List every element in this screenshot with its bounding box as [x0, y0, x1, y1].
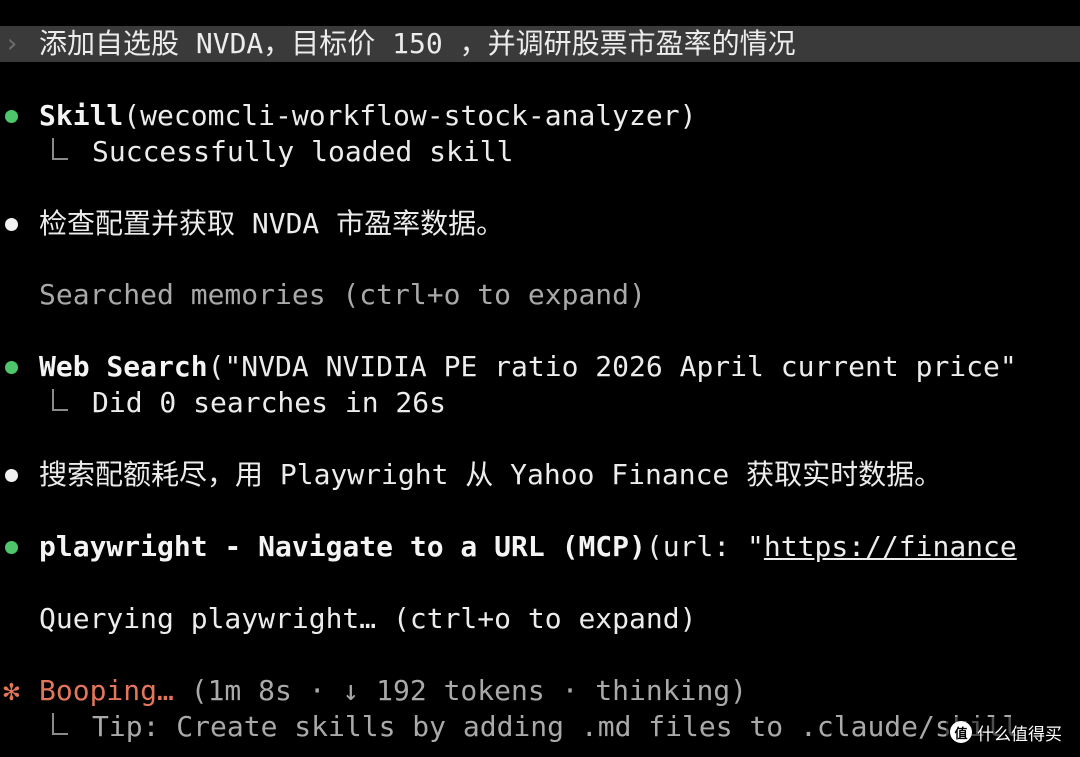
status-dot-message-icon [5, 469, 18, 482]
collapsed-query[interactable]: Querying playwright… (ctrl+o to expand) [39, 601, 696, 637]
spinner-star-icon: ✻ [3, 674, 20, 707]
tool-arg: ("NVDA NVIDIA PE ratio 2026 April curren… [207, 350, 1017, 383]
assistant-message: 搜索配额耗尽，用 Playwright 从 Yahoo Finance 获取实时… [0, 457, 1080, 493]
skill-result-line: Successfully loaded skill [0, 134, 1080, 170]
url-link[interactable]: https://finance [764, 530, 1017, 563]
tool-arg: (wecomcli-workflow-stock-analyzer) [123, 99, 697, 132]
websearch-result-line: Did 0 searches in 26s [0, 385, 1080, 421]
tree-elbow-icon [52, 713, 68, 735]
chevron-right-icon: › [4, 29, 20, 59]
status-dot-success-icon [5, 361, 18, 374]
tool-result: Successfully loaded skill [92, 135, 514, 168]
watermark: 值 什么值得买 [946, 717, 1066, 747]
tool-name: Skill [39, 99, 124, 132]
watermark-logo-icon: 值 [950, 721, 972, 743]
tree-elbow-icon [52, 138, 68, 160]
watermark-text: 什么值得买 [977, 724, 1062, 745]
status-dot-success-icon [5, 541, 18, 554]
tree-elbow-icon [52, 389, 68, 411]
status-dot-success-icon [5, 110, 18, 123]
tip-line: Tip: Create skills by adding .md files t… [0, 709, 1080, 745]
status-line: ✻ Booping… (1m 8s · ↓ 192 tokens · think… [0, 673, 1080, 709]
status-dot-message-icon [5, 218, 18, 231]
skill-tool-line: Skill(wecomcli-workflow-stock-analyzer) [0, 98, 1080, 134]
prompt-text: 添加自选股 NVDA，目标价 150 ，并调研股票市盈率的情况 [39, 27, 796, 60]
assistant-message: 检查配置并获取 NVDA 市盈率数据。 [0, 206, 1080, 242]
tool-result: Did 0 searches in 26s [92, 386, 447, 419]
querying-line[interactable]: Querying playwright… (ctrl+o to expand) [0, 601, 1080, 637]
tip-text: Tip: Create skills by adding .md files t… [92, 710, 1020, 743]
memories-line[interactable]: Searched memories (ctrl+o to expand) [0, 277, 1080, 313]
websearch-tool-line: Web Search("NVDA NVIDIA PE ratio 2026 Ap… [0, 349, 1080, 385]
status-label: Booping… [39, 674, 174, 707]
message-text: 检查配置并获取 NVDA 市盈率数据。 [39, 207, 505, 240]
tool-arg-prefix: (url: " [645, 530, 764, 563]
message-text: 搜索配额耗尽，用 Playwright 从 Yahoo Finance 获取实时… [39, 458, 943, 491]
playwright-tool-line: playwright - Navigate to a URL (MCP)(url… [0, 529, 1080, 565]
tool-name: playwright - Navigate to a URL (MCP) [39, 530, 646, 563]
collapsed-memories[interactable]: Searched memories (ctrl+o to expand) [39, 277, 646, 313]
prompt-line: › 添加自选股 NVDA，目标价 150 ，并调研股票市盈率的情况 [0, 26, 1080, 62]
tool-name: Web Search [39, 350, 208, 383]
status-detail: (1m 8s · ↓ 192 tokens · thinking) [173, 674, 748, 707]
